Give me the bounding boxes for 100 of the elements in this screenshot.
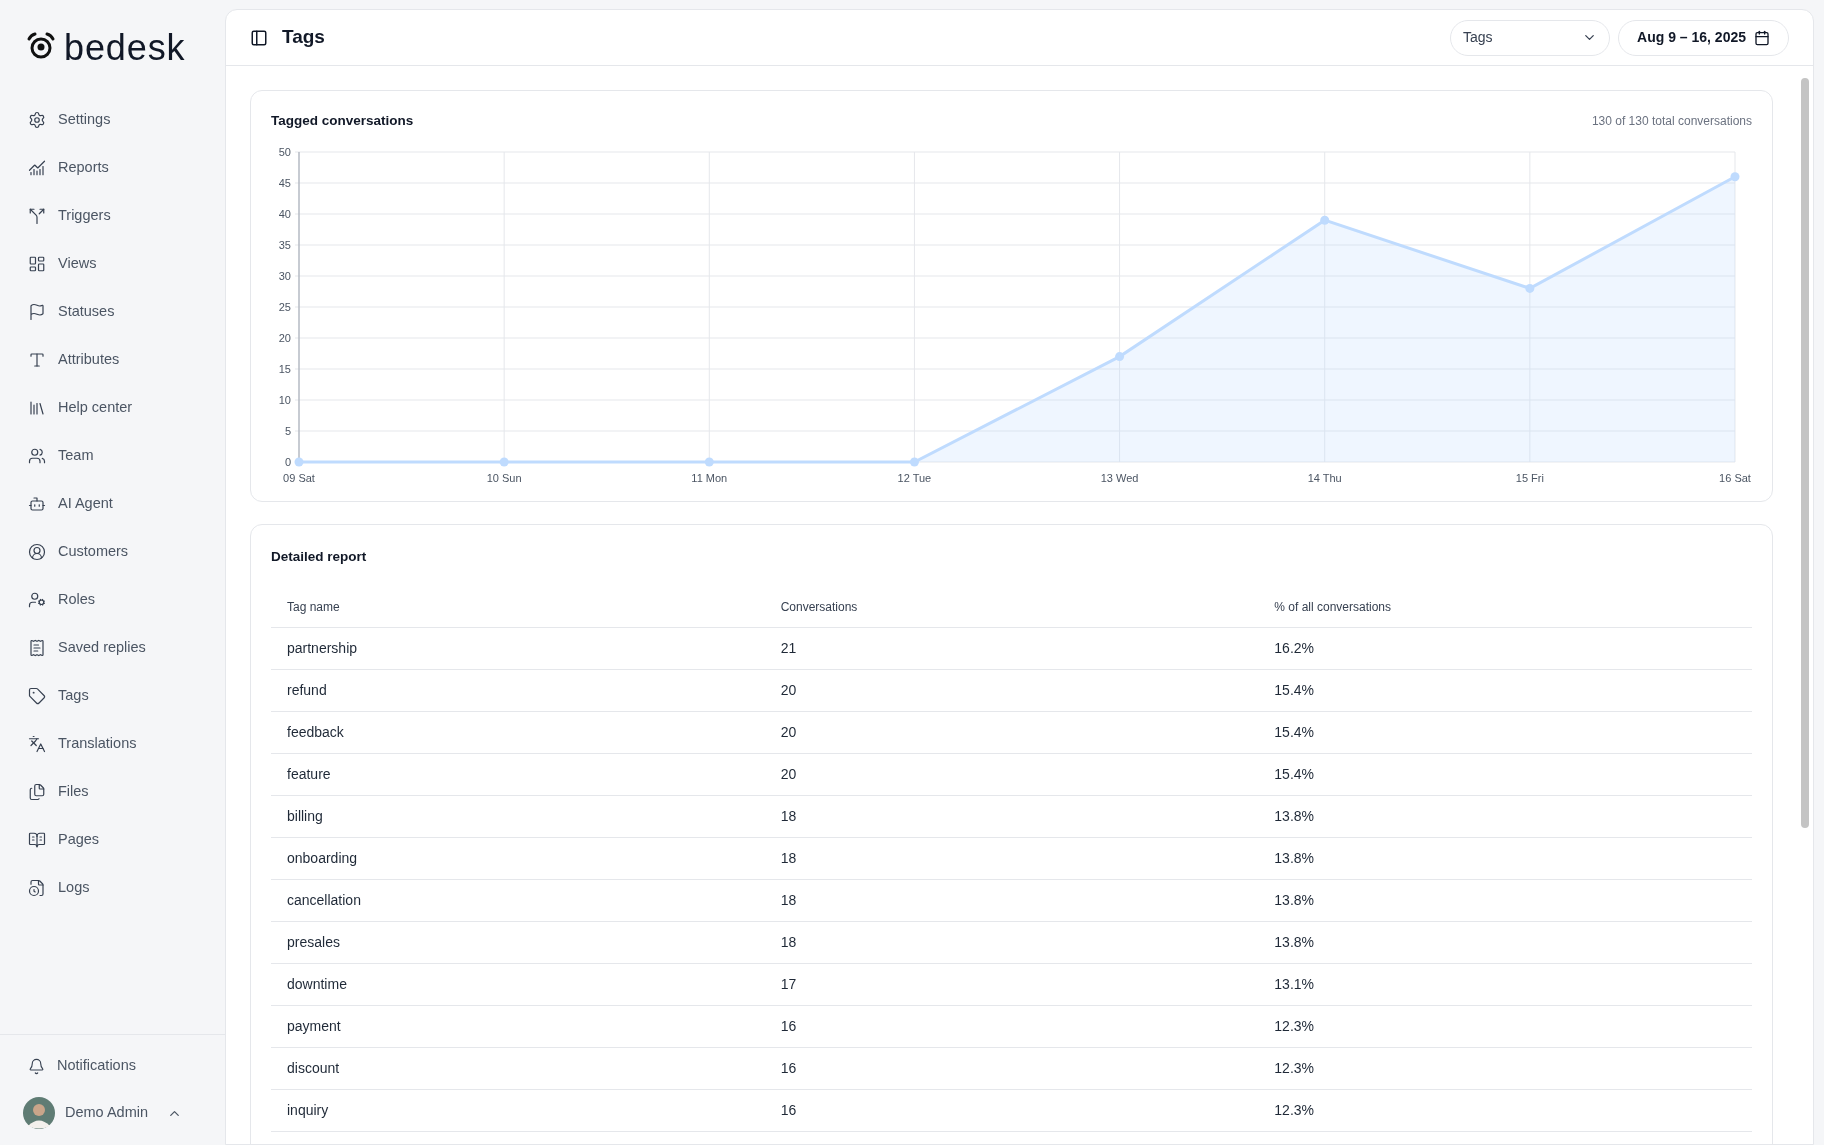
text-icon	[28, 351, 46, 369]
y-tick-label: 5	[284, 425, 291, 438]
table-cell: 20	[764, 669, 1259, 712]
table-cell: presales	[271, 921, 765, 964]
column-header: Conversations	[764, 587, 1259, 628]
user-circle-icon	[28, 543, 46, 561]
sidebar-item[interactable]: Views	[16, 240, 209, 288]
sidebar-item[interactable]: Saved replies	[16, 624, 209, 672]
table-cell: 12.3%	[1258, 1089, 1752, 1132]
y-tick-label: 0	[284, 456, 291, 469]
sidebar-item[interactable]: Help center	[16, 384, 209, 432]
table-cell: partnership	[271, 627, 765, 670]
data-point	[1115, 352, 1125, 362]
grid-icon	[28, 255, 46, 273]
table-cell: 16.2%	[1258, 627, 1752, 670]
branch-icon	[28, 207, 46, 225]
table-cell: payment	[271, 1005, 765, 1048]
table-cell: 13.8%	[1258, 795, 1752, 838]
gear-icon	[28, 111, 46, 129]
y-tick-label: 35	[278, 239, 291, 252]
x-tick-label: 09 Sat	[283, 472, 315, 485]
translate-icon	[28, 735, 46, 753]
user-menu[interactable]: Demo Admin	[16, 1093, 209, 1133]
tag-icon	[28, 687, 46, 705]
table-cell: refund	[271, 669, 765, 712]
table-cell: 17	[764, 963, 1259, 1006]
sidebar-item[interactable]: Reports	[16, 144, 209, 192]
sidebar-item[interactable]: Logs	[16, 864, 209, 912]
table-cell: 15.4%	[1258, 711, 1752, 754]
table-cell: 18	[764, 795, 1259, 838]
table-cell: 18	[764, 879, 1259, 922]
table-cell: 13.8%	[1258, 921, 1752, 964]
sidebar-item[interactable]: Roles	[16, 576, 209, 624]
table-cell: 16	[764, 1089, 1259, 1132]
sidebar-item[interactable]: Triggers	[16, 192, 209, 240]
data-point	[499, 457, 509, 467]
logo-text: bedesk	[64, 30, 186, 66]
files-icon	[28, 783, 46, 801]
y-tick-label: 15	[278, 363, 291, 376]
table-cell: 18	[764, 921, 1259, 964]
column-header: % of all conversations	[1258, 587, 1752, 628]
total-count: 130 of 130 total conversations	[1591, 113, 1752, 131]
table-cell: 18	[764, 837, 1259, 880]
sidebar-item[interactable]: Customers	[16, 528, 209, 576]
sidebar-toggle-icon[interactable]	[250, 28, 268, 47]
x-tick-label: 15 Fri	[1515, 472, 1544, 485]
list-icon	[28, 639, 46, 657]
sidebar-item[interactable]: Settings	[16, 96, 209, 144]
y-tick-label: 40	[278, 208, 291, 221]
data-point	[1320, 215, 1330, 225]
sidebar-item[interactable]: Translations	[16, 720, 209, 768]
data-point	[1730, 172, 1740, 182]
chart-icon	[28, 159, 46, 177]
people-icon	[28, 447, 46, 465]
y-tick-label: 45	[278, 177, 291, 190]
table-cell: 13.1%	[1258, 963, 1752, 1006]
card-title: Detailed report	[271, 548, 368, 567]
avatar	[23, 1097, 55, 1129]
table-cell: 15.4%	[1258, 669, 1752, 712]
table-cell: 16	[764, 1005, 1259, 1048]
x-tick-label: 11 Mon	[691, 472, 728, 485]
x-tick-label: 10 Sun	[486, 472, 522, 485]
y-tick-label: 30	[278, 270, 291, 283]
bell-icon	[28, 1057, 45, 1075]
table-cell: onboarding	[271, 837, 765, 880]
table-cell: 13.8%	[1258, 837, 1752, 880]
table-cell: 16	[764, 1047, 1259, 1090]
column-header: Tag name	[271, 587, 765, 628]
flag-icon	[28, 303, 46, 321]
table-cell: cancellation	[271, 879, 765, 922]
sidebar-item[interactable]: Statuses	[16, 288, 209, 336]
sidebar-item[interactable]: Attributes	[16, 336, 209, 384]
table-cell: inquiry	[271, 1089, 765, 1132]
sidebar-item[interactable]: Pages	[16, 816, 209, 864]
table-cell: 12.3%	[1258, 1005, 1752, 1048]
table-cell: 21	[764, 627, 1259, 670]
sidebar-item[interactable]: AI Agent	[16, 480, 209, 528]
table-cell: feature	[271, 753, 765, 796]
table-cell: downtime	[271, 963, 765, 1006]
y-tick-label: 50	[278, 146, 291, 159]
data-point	[704, 457, 714, 467]
sidebar-item[interactable]: Tags	[16, 672, 209, 720]
user-gear-icon	[28, 591, 46, 609]
table-cell: 13.8%	[1258, 879, 1752, 922]
sidebar-item[interactable]: Team	[16, 432, 209, 480]
card-title: Tagged conversations	[271, 112, 414, 130]
scrollbar[interactable]	[1801, 78, 1809, 828]
x-tick-label: 16 Sat	[1719, 472, 1751, 485]
table-cell: 20	[764, 753, 1259, 796]
data-point	[1525, 284, 1535, 294]
notifications-link[interactable]: Notifications	[16, 1047, 209, 1085]
table-cell: billing	[271, 795, 765, 838]
y-tick-label: 20	[278, 332, 291, 345]
x-tick-label: 13 Wed	[1100, 472, 1139, 485]
table-cell: 15.4%	[1258, 753, 1752, 796]
calendar-icon	[1754, 29, 1770, 46]
sidebar-item[interactable]: Files	[16, 768, 209, 816]
table-cell: feedback	[271, 711, 765, 754]
page-title: Tags	[282, 25, 325, 50]
data-point	[294, 457, 304, 467]
